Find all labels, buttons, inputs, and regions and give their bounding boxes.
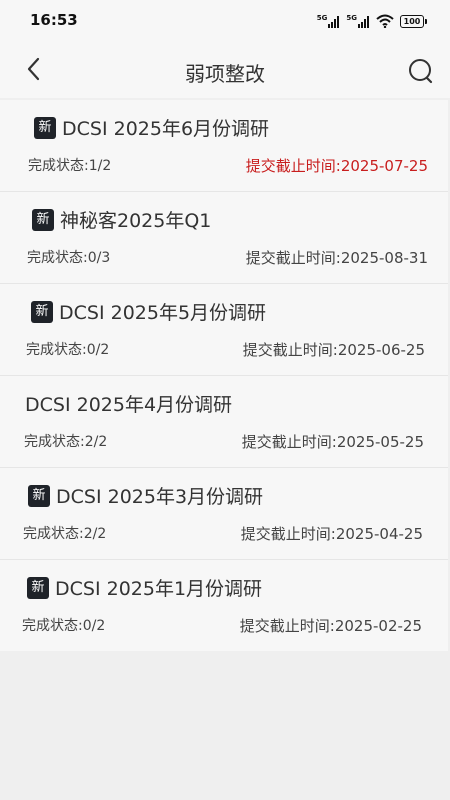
signal-icon: 5G bbox=[346, 14, 370, 28]
deadline: 提交截止时间:2025-02-25 bbox=[239, 617, 422, 635]
item-title: DCSI 2025年1月份调研 bbox=[55, 578, 263, 600]
list-item[interactable]: DCSI 2025年4月份调研 完成状态:2/2 提交截止时间:2025-05-… bbox=[0, 376, 448, 468]
status-bar: 16:53 5G 5G 100 bbox=[0, 0, 450, 44]
item-title-row: 新 DCSI 2025年3月份调研 bbox=[28, 482, 263, 509]
completion-status: 完成状态:2/2 bbox=[23, 526, 107, 542]
new-badge: 新 bbox=[27, 576, 49, 599]
item-title: DCSI 2025年3月份调研 bbox=[56, 486, 264, 508]
new-badge: 新 bbox=[34, 116, 56, 139]
header: 弱项整改 bbox=[0, 44, 450, 98]
new-badge: 新 bbox=[31, 300, 53, 323]
new-badge: 新 bbox=[28, 484, 50, 507]
list-item[interactable]: 新 DCSI 2025年5月份调研 完成状态:0/2 提交截止时间:2025-0… bbox=[0, 284, 448, 376]
item-title: 神秘客2025年Q1 bbox=[60, 210, 212, 232]
deadline: 提交截止时间:2025-05-25 bbox=[241, 433, 424, 451]
search-icon[interactable] bbox=[406, 56, 438, 88]
task-list: 新 DCSI 2025年6月份调研 完成状态:1/2 提交截止时间:2025-0… bbox=[0, 100, 448, 651]
deadline: 提交截止时间:2025-04-25 bbox=[240, 525, 423, 543]
status-icons: 5G 5G 100 bbox=[317, 14, 427, 28]
item-title-row: 新 DCSI 2025年5月份调研 bbox=[31, 298, 266, 325]
deadline: 提交截止时间:2025-08-31 bbox=[245, 249, 428, 267]
signal-icon: 5G bbox=[317, 14, 341, 28]
completion-status: 完成状态:0/2 bbox=[26, 342, 110, 358]
list-item[interactable]: 新 DCSI 2025年6月份调研 完成状态:1/2 提交截止时间:2025-0… bbox=[0, 100, 448, 192]
new-badge: 新 bbox=[32, 208, 54, 231]
completion-status: 完成状态:0/3 bbox=[27, 250, 111, 266]
item-title-row: DCSI 2025年4月份调研 bbox=[25, 390, 232, 417]
status-time: 16:53 bbox=[30, 11, 78, 29]
item-title: DCSI 2025年5月份调研 bbox=[59, 302, 267, 324]
item-title: DCSI 2025年6月份调研 bbox=[62, 118, 270, 140]
list-item[interactable]: 新 DCSI 2025年1月份调研 完成状态:0/2 提交截止时间:2025-0… bbox=[0, 560, 448, 651]
completion-status: 完成状态:1/2 bbox=[28, 158, 112, 174]
item-title: DCSI 2025年4月份调研 bbox=[25, 394, 233, 416]
deadline: 提交截止时间:2025-06-25 bbox=[242, 341, 425, 359]
list-item[interactable]: 新 神秘客2025年Q1 完成状态:0/3 提交截止时间:2025-08-31 bbox=[0, 192, 448, 284]
item-title-row: 新 DCSI 2025年1月份调研 bbox=[27, 574, 262, 601]
completion-status: 完成状态:2/2 bbox=[24, 434, 108, 450]
deadline: 提交截止时间:2025-07-25 bbox=[245, 157, 428, 175]
screen: 16:53 5G 5G 100 弱项整改 新 DCSI 2025年6月份调研 完… bbox=[0, 0, 450, 800]
list-item[interactable]: 新 DCSI 2025年3月份调研 完成状态:2/2 提交截止时间:2025-0… bbox=[0, 468, 448, 560]
item-title-row: 新 神秘客2025年Q1 bbox=[32, 206, 211, 233]
page-title: 弱项整改 bbox=[185, 62, 265, 86]
item-title-row: 新 DCSI 2025年6月份调研 bbox=[34, 114, 269, 141]
wifi-icon bbox=[376, 14, 394, 28]
completion-status: 完成状态:0/2 bbox=[22, 618, 106, 634]
battery-icon: 100 bbox=[400, 14, 427, 28]
